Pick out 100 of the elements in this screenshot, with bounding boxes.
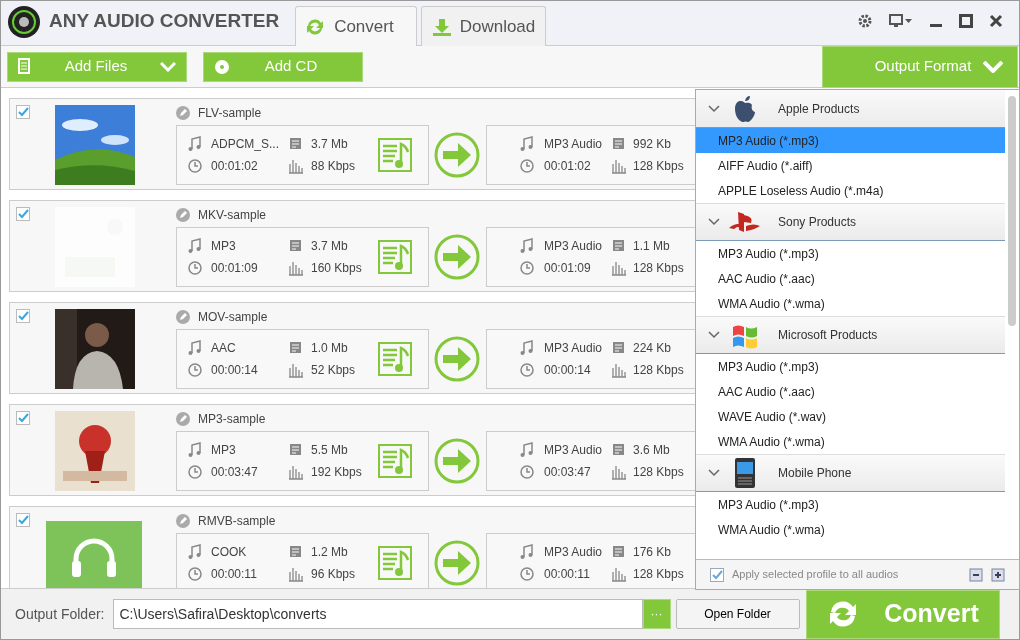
- file-size-icon: [288, 238, 304, 254]
- format-text: MP3 Audio: [544, 238, 603, 254]
- format-option[interactable]: WMA Audio (*.wma): [696, 291, 1005, 316]
- format-text: MP3 Audio: [544, 442, 603, 458]
- pencil-icon[interactable]: [176, 514, 190, 528]
- format-option[interactable]: AAC Audio (*.aac): [696, 266, 1005, 291]
- settings-icon[interactable]: [857, 13, 873, 29]
- apply-all-label: Apply selected profile to all audios: [732, 567, 899, 583]
- codec-text: MP3: [211, 238, 237, 254]
- music-note-icon: [187, 544, 203, 560]
- format-option[interactable]: APPLE Loseless Audio (*.m4a): [696, 178, 1005, 203]
- duration-text: 00:01:09: [211, 260, 259, 276]
- tab[interactable]: Download: [420, 6, 547, 46]
- bitrate-text: 192 Kbps: [311, 464, 363, 480]
- pencil-icon[interactable]: [176, 208, 190, 222]
- format-option[interactable]: AIFF Audio (*.aiff): [696, 153, 1005, 178]
- file-name: MOV-sample: [198, 309, 268, 326]
- game-logo-icon: [728, 210, 762, 234]
- checkbox[interactable]: [16, 513, 30, 527]
- format-option[interactable]: MP3 Audio (*.mp3): [696, 354, 1005, 379]
- file-size-icon: [611, 340, 627, 356]
- file-size: 224 Kb: [633, 340, 672, 356]
- format-option[interactable]: WMA Audio (*.wma): [696, 429, 1005, 454]
- file-name: FLV-sample: [198, 105, 262, 122]
- duration-text: 00:03:47: [211, 464, 259, 480]
- folder-path-field[interactable]: C:\Users\Safira\Desktop\converts: [112, 599, 643, 629]
- pencil-icon[interactable]: [176, 310, 190, 324]
- bitrate-text: 52 Kbps: [311, 362, 357, 378]
- phone-icon: [734, 457, 756, 489]
- file-size: 176 Kb: [633, 544, 672, 560]
- audio-settings-icon[interactable]: [378, 444, 412, 478]
- format-option[interactable]: MP3 Audio (*.mp3): [696, 492, 1005, 517]
- bitrate-icon: [611, 464, 627, 480]
- file-size-icon: [288, 544, 304, 560]
- audio-settings-icon[interactable]: [378, 546, 412, 580]
- music-note-icon: [187, 136, 203, 152]
- format-option[interactable]: WAVE Audio (*.wav): [696, 404, 1005, 429]
- bitrate-text: 160 Kbps: [311, 260, 363, 276]
- clock-icon: [187, 566, 203, 582]
- clock-icon: [187, 464, 203, 480]
- clock-icon: [519, 464, 535, 480]
- format-option[interactable]: MP3 Audio (*.mp3): [696, 128, 1005, 153]
- checkbox[interactable]: [16, 207, 30, 221]
- checkbox[interactable]: [710, 567, 724, 582]
- expand-all-icon[interactable]: [991, 567, 1005, 582]
- format-option[interactable]: WMA Audio (*.wma): [696, 517, 1005, 542]
- tab[interactable]: Convert: [295, 6, 417, 46]
- pencil-icon[interactable]: [176, 412, 190, 426]
- music-note-icon: [519, 136, 535, 152]
- bitrate-icon: [611, 566, 627, 582]
- group-header[interactable]: Microsoft Products: [696, 316, 1005, 354]
- file-size-icon: [611, 544, 627, 560]
- format-option[interactable]: MP3 Audio (*.mp3): [696, 241, 1005, 266]
- duration-text: 00:01:02: [544, 158, 591, 174]
- output-folder-label: Output Folder:: [15, 604, 105, 624]
- group-header[interactable]: Apple Products: [696, 90, 1005, 128]
- bitrate-icon: [611, 158, 627, 174]
- close-icon[interactable]: [989, 14, 1003, 28]
- bitrate-icon: [288, 158, 304, 174]
- checkbox[interactable]: [16, 309, 30, 323]
- file-size: 1.0 Mb: [311, 340, 349, 356]
- chevron-down-icon: [708, 329, 720, 341]
- format-option[interactable]: AAC Audio (*.aac): [696, 379, 1005, 404]
- check-icon: [17, 209, 29, 219]
- check-icon: [17, 413, 29, 423]
- clock-icon: [187, 260, 203, 276]
- file-size-icon: [288, 442, 304, 458]
- format-text: MP3 Audio: [544, 544, 603, 560]
- check-icon: [17, 107, 29, 117]
- bitrate-text: 96 Kbps: [311, 566, 357, 582]
- chevron-down-icon: [708, 467, 720, 479]
- open-folder-button[interactable]: Open Folder: [675, 599, 800, 629]
- bitrate-text: 88 Kbps: [311, 158, 357, 174]
- maximize-icon[interactable]: [959, 14, 973, 28]
- duration-text: 00:03:47: [544, 464, 591, 480]
- duration-text: 00:00:11: [211, 566, 258, 582]
- music-note-icon: [519, 544, 535, 560]
- audio-settings-icon[interactable]: [378, 240, 412, 274]
- audio-settings-icon[interactable]: [378, 342, 412, 376]
- group-header[interactable]: Mobile Phone: [696, 454, 1005, 492]
- download-icon: [431, 16, 452, 37]
- display-icon[interactable]: [889, 13, 913, 29]
- file-size: 3.7 Mb: [311, 238, 349, 254]
- checkbox[interactable]: [16, 105, 30, 119]
- bitrate-icon: [611, 362, 627, 378]
- collapse-all-icon[interactable]: [969, 567, 983, 582]
- checkbox[interactable]: [16, 411, 30, 425]
- group-header[interactable]: Sony Products: [696, 203, 1005, 241]
- clock-icon: [519, 566, 535, 582]
- codec-text: COOK: [211, 544, 248, 560]
- music-note-icon: [519, 238, 535, 254]
- pencil-icon[interactable]: [176, 106, 190, 120]
- clock-icon: [187, 362, 203, 378]
- disc-icon: [214, 58, 230, 75]
- scrollbar-thumb[interactable]: [1008, 96, 1016, 326]
- audio-settings-icon[interactable]: [378, 138, 412, 172]
- duration-text: 00:01:02: [211, 158, 259, 174]
- app-title: ANY AUDIO CONVERTER: [49, 8, 280, 33]
- music-note-icon: [187, 442, 203, 458]
- file-size-icon: [611, 136, 627, 152]
